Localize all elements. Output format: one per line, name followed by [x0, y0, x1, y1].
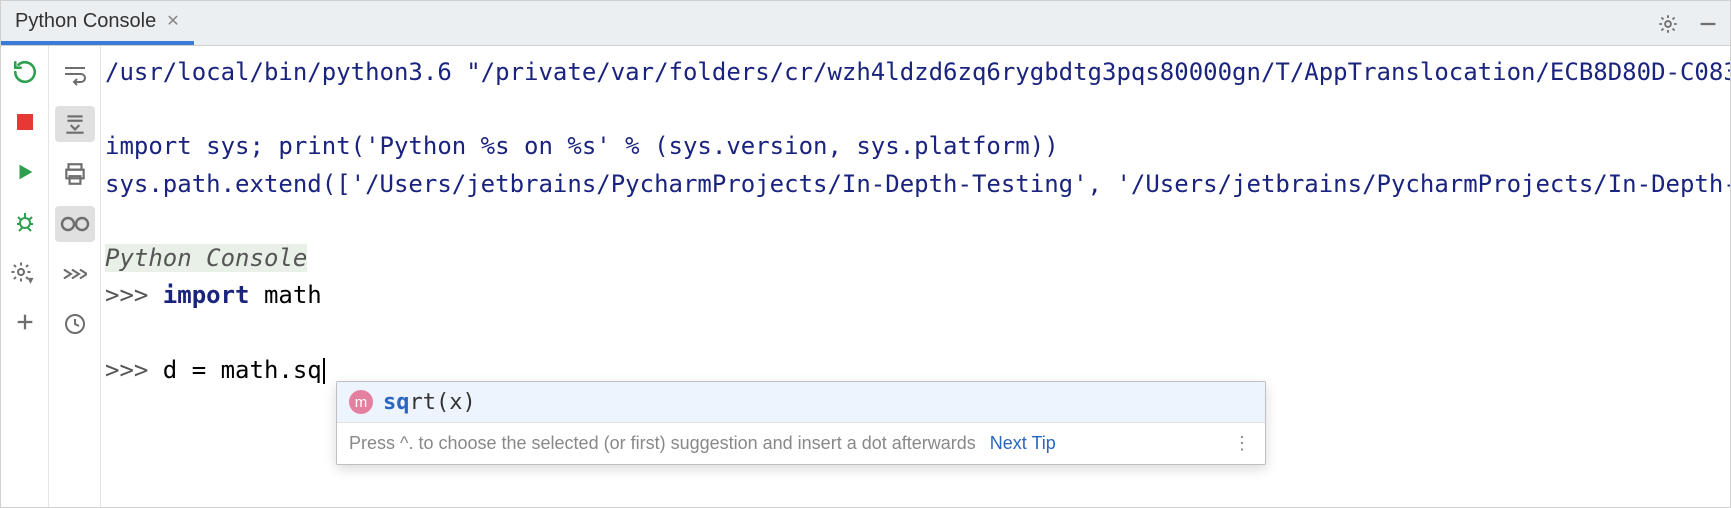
completion-params: (x): [436, 390, 476, 415]
more-icon[interactable]: ⋮: [1233, 433, 1253, 454]
autocomplete-hint: Press ^. to choose the selected (or firs…: [337, 422, 1265, 464]
completion-rest: rt: [410, 390, 437, 415]
tab-python-console[interactable]: Python Console ✕: [1, 1, 194, 45]
hint-text: Press ^. to choose the selected (or firs…: [349, 433, 976, 454]
autocomplete-item[interactable]: m sqrt(x): [337, 382, 1265, 422]
blank-line: [101, 314, 1730, 351]
gear-icon[interactable]: [1654, 10, 1682, 38]
blank-line: [101, 91, 1730, 128]
tab-bar: Python Console ✕: [1, 1, 1730, 46]
rerun-button[interactable]: [9, 56, 41, 88]
import-sys-line: import sys; print('Python %s on %s' % (s…: [101, 128, 1730, 165]
add-button[interactable]: [9, 306, 41, 338]
console-toolbar: [49, 46, 101, 507]
browse-history-button[interactable]: [55, 256, 95, 292]
debug-button[interactable]: [9, 206, 41, 238]
method-badge-icon: m: [349, 390, 373, 414]
show-vars-button[interactable]: [55, 206, 95, 242]
console-output[interactable]: /usr/local/bin/python3.6 "/private/var/f…: [101, 46, 1730, 507]
scroll-to-end-button[interactable]: [55, 106, 95, 142]
history-line-import: >>> import math: [101, 277, 1730, 314]
print-button[interactable]: [55, 156, 95, 192]
soft-wrap-button[interactable]: [55, 56, 95, 92]
close-icon[interactable]: ✕: [166, 11, 179, 31]
console-banner: Python Console: [101, 240, 1730, 277]
tab-label: Python Console: [15, 10, 156, 33]
match-text: sq: [383, 390, 410, 415]
text-caret: [323, 358, 325, 384]
stop-button[interactable]: [9, 106, 41, 138]
settings-button[interactable]: ▾: [9, 256, 41, 288]
history-icon[interactable]: [55, 306, 95, 342]
next-tip-link[interactable]: Next Tip: [990, 433, 1056, 454]
left-toolbar: ▾: [1, 46, 49, 507]
autocomplete-popup: m sqrt(x) Press ^. to choose the selecte…: [336, 381, 1266, 465]
run-button[interactable]: [9, 156, 41, 188]
minimize-icon[interactable]: [1694, 10, 1722, 38]
blank-line: [101, 203, 1730, 240]
syspath-line: sys.path.extend(['/Users/jetbrains/Pycha…: [101, 166, 1730, 203]
interpreter-path-line: /usr/local/bin/python3.6 "/private/var/f…: [101, 54, 1730, 91]
